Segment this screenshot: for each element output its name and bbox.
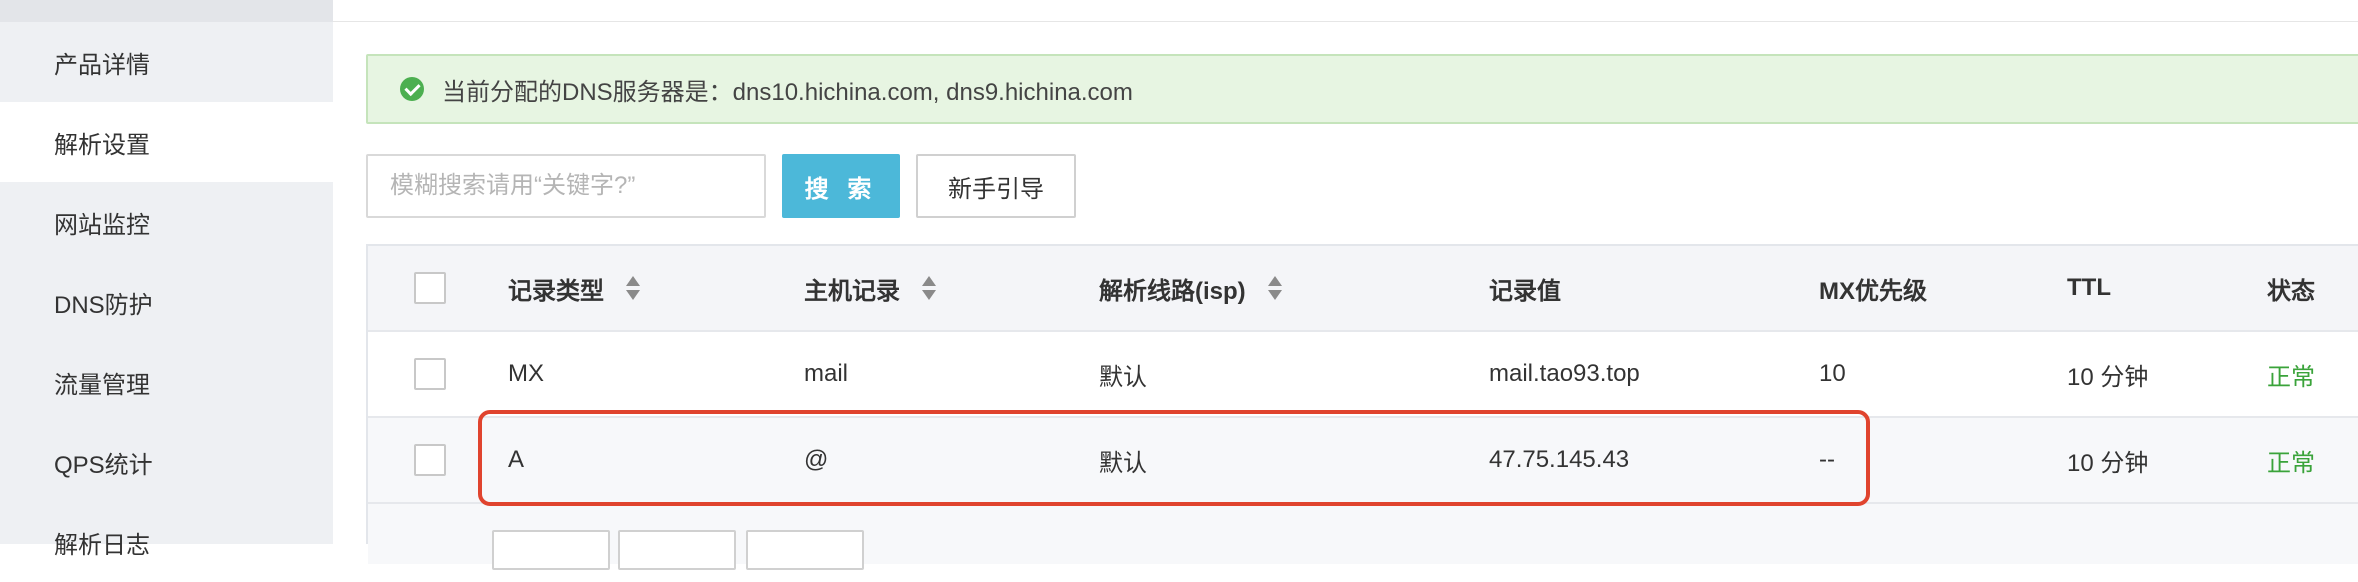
sidebar-top-bar (0, 0, 333, 22)
sort-icon[interactable] (1267, 275, 1282, 301)
check-circle-icon (400, 77, 424, 101)
cell-ttl: 10 分钟 (2067, 449, 2149, 477)
table-header-row: 记录类型 主机记录 解析线路(isp) 记录值 MX优先级 TTL 状态 (368, 244, 2358, 332)
beginner-guide-button[interactable]: 新手引导 (916, 154, 1076, 218)
sidebar-item-label: 解析设置 (54, 131, 150, 159)
column-header-host-record[interactable]: 主机记录 (804, 246, 936, 330)
alert-text: 当前分配的DNS服务器是：dns10.hichina.com, dns9.hic… (442, 78, 1133, 106)
cell-record-type: A (508, 446, 525, 473)
dns-server-alert: 当前分配的DNS服务器是：dns10.hichina.com, dns9.hic… (366, 54, 2358, 124)
column-header-mx-priority: MX优先级 (1819, 277, 1927, 305)
select-all-checkbox[interactable] (414, 272, 446, 304)
sidebar-item-label: 网站监控 (54, 211, 150, 239)
sidebar-item-dns-protection[interactable]: DNS防护 (0, 262, 333, 342)
table-row: A @ 默认 47.75.145.43 -- 10 分钟 正常 (368, 418, 2358, 504)
cell-record-value: 47.75.145.43 (1489, 446, 1630, 473)
cell-resolution-line: 默认 (1099, 363, 1147, 391)
cell-host-record: mail (804, 360, 849, 387)
sidebar-item-label: 流量管理 (54, 371, 150, 399)
main-top-divider (333, 21, 2358, 22)
column-header-status: 状态 (2267, 277, 2315, 305)
dns-records-table: 记录类型 主机记录 解析线路(isp) 记录值 MX优先级 TTL 状态 MX … (366, 244, 2358, 564)
sort-icon[interactable] (626, 275, 640, 301)
cell-record-value: mail.tao93.top (1489, 360, 1640, 387)
sidebar: 产品详情 解析设置 网站监控 DNS防护 流量管理 QPS统计 解析日志 (0, 0, 333, 559)
cell-resolution-line: 默认 (1099, 449, 1147, 477)
column-header-resolution-line[interactable]: 解析线路(isp) (1099, 246, 1282, 330)
cell-mx-priority: -- (1819, 446, 1835, 473)
footer-action-button[interactable] (618, 530, 736, 570)
sidebar-item-label: 产品详情 (54, 51, 150, 79)
sidebar-item-traffic-management[interactable]: 流量管理 (0, 342, 333, 422)
cell-host-record: @ (804, 446, 829, 473)
footer-action-button[interactable] (492, 530, 610, 570)
sidebar-item-dns-settings[interactable]: 解析设置 (0, 102, 333, 182)
search-button[interactable]: 搜 索 (782, 154, 900, 218)
row-checkbox[interactable] (414, 444, 446, 476)
sidebar-item-dns-logs[interactable]: 解析日志 (0, 502, 333, 582)
sidebar-item-product-details[interactable]: 产品详情 (0, 22, 333, 102)
cell-status: 正常 (2267, 363, 2315, 391)
cell-record-type: MX (508, 360, 544, 387)
footer-action-button[interactable] (746, 530, 864, 570)
cell-mx-priority: 10 (1819, 360, 1846, 387)
cell-ttl: 10 分钟 (2067, 363, 2149, 391)
column-header-record-type[interactable]: 记录类型 (508, 246, 640, 330)
sidebar-item-site-monitor[interactable]: 网站监控 (0, 182, 333, 262)
sidebar-item-label: 解析日志 (54, 531, 150, 559)
row-checkbox[interactable] (414, 358, 446, 390)
column-header-ttl: TTL (2067, 274, 2111, 301)
sidebar-item-label: QPS统计 (54, 451, 153, 479)
sidebar-item-label: DNS防护 (54, 291, 153, 319)
sort-icon[interactable] (922, 275, 936, 301)
table-row: MX mail 默认 mail.tao93.top 10 10 分钟 正常 (368, 332, 2358, 418)
column-header-record-value: 记录值 (1489, 277, 1561, 305)
search-input[interactable] (366, 154, 766, 218)
cell-status: 正常 (2267, 449, 2315, 477)
sidebar-item-qps-stats[interactable]: QPS统计 (0, 422, 333, 502)
